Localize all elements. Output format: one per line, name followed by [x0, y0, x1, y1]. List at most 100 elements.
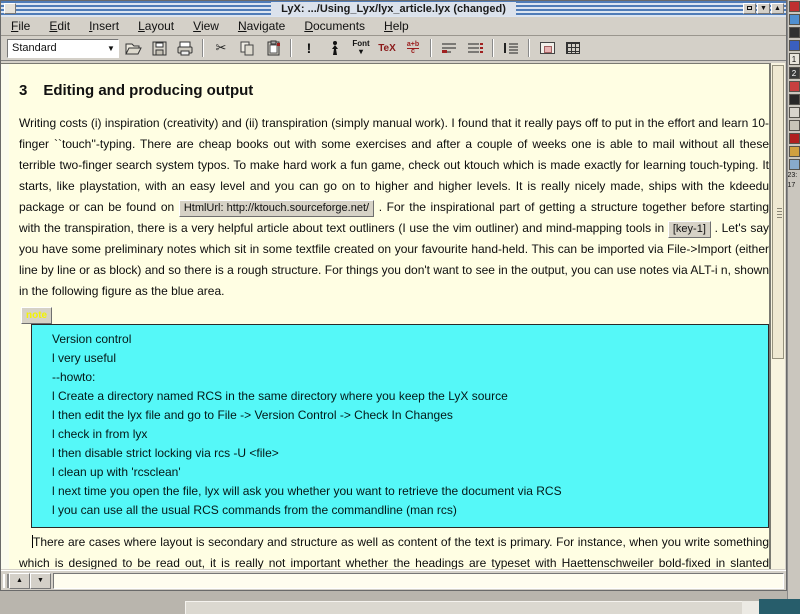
lyx-window: LyX: .../Using_Lyx/lyx_article.lyx (chan…: [0, 0, 787, 591]
camera-icon[interactable]: [789, 94, 800, 105]
iconify-icon: [747, 6, 752, 10]
heart-icon[interactable]: [789, 81, 800, 92]
paragraph-text: There are cases where layout is secondar…: [19, 535, 769, 569]
open-folder-icon: [124, 41, 142, 56]
menu-file[interactable]: File: [11, 19, 30, 33]
menubar: File Edit Insert Layout View Navigate Do…: [1, 17, 786, 36]
clipboard-icon: [266, 40, 281, 56]
clipboard-tool-icon[interactable]: [789, 120, 800, 131]
terminal-icon[interactable]: [789, 27, 800, 38]
tex-icon: TeX: [378, 43, 396, 54]
panel-clock-date: 17: [788, 182, 800, 190]
toolbar-separator: [202, 39, 204, 57]
desktop-pager-1[interactable]: 1: [789, 53, 800, 65]
toolbar-separator: [290, 39, 292, 57]
enumerate-icon: [466, 41, 484, 55]
floppy-icon: [152, 41, 167, 56]
exclamation-icon: !: [307, 40, 312, 56]
menu-layout[interactable]: Layout: [138, 19, 174, 33]
note-area[interactable]: Version control l very useful --howto: l…: [31, 324, 769, 528]
printer-icon: [176, 41, 194, 56]
note-line: Version control: [52, 330, 768, 349]
desktop: LyX: .../Using_Lyx/lyx_article.lyx (chan…: [0, 0, 800, 614]
shade-button[interactable]: ▲: [771, 3, 784, 14]
iconify-button[interactable]: [743, 3, 756, 14]
print-button[interactable]: [173, 38, 197, 59]
app-launcher-icon[interactable]: [789, 1, 800, 12]
emphasize-button[interactable]: !: [297, 38, 321, 59]
page-margin-strip: [1, 64, 9, 569]
note-line: l then edit the lyx file and go to File …: [52, 406, 768, 425]
menu-documents[interactable]: Documents: [304, 19, 365, 33]
itemize-list-button[interactable]: [437, 38, 461, 59]
copy-button[interactable]: [235, 38, 259, 59]
menu-help[interactable]: Help: [384, 19, 409, 33]
noun-style-button[interactable]: [323, 38, 347, 59]
note-line: l clean up with 'rcsclean': [52, 463, 768, 482]
font-icon: Font▾: [352, 40, 369, 56]
tex-mode-button[interactable]: TeX: [375, 38, 399, 59]
free-font-button[interactable]: Font▾: [349, 38, 373, 59]
person-icon: [329, 40, 341, 56]
toolbar: Standard ▼ ✂ !: [1, 36, 786, 61]
save-button[interactable]: [147, 38, 171, 59]
scrollbar-thumb[interactable]: [772, 65, 784, 359]
increase-depth-button[interactable]: [499, 38, 523, 59]
menu-navigate[interactable]: Navigate: [238, 19, 285, 33]
paragraph-1: Writing costs (i) inspiration (creativit…: [19, 113, 769, 302]
background-window-sliver: [742, 601, 760, 614]
document-area[interactable]: 3Editing and producing output Writing co…: [1, 63, 770, 569]
copy-icon: [239, 40, 255, 56]
desktop-panel: 1 2 23: 17: [787, 0, 800, 601]
note-line: l check in from lyx: [52, 425, 768, 444]
toolbar-separator: [492, 39, 494, 57]
maximize-button[interactable]: ▼: [757, 3, 770, 14]
htmlurl-inset[interactable]: HtmlUrl: http://ktouch.sourceforge.net/: [179, 200, 374, 217]
background-window-corner: [759, 599, 800, 614]
toolbar-separator: [528, 39, 530, 57]
titlebar[interactable]: LyX: .../Using_Lyx/lyx_article.lyx (chan…: [1, 1, 786, 17]
paragraph-style-value: Standard: [8, 42, 104, 54]
section-title: Editing and producing output: [43, 82, 253, 99]
insert-table-button[interactable]: [561, 38, 585, 59]
clock-icon[interactable]: [789, 159, 800, 170]
indent-icon: [502, 41, 520, 55]
window-title: LyX: .../Using_Lyx/lyx_article.lyx (chan…: [271, 2, 516, 16]
minibuffer-bar: ▲ ▼: [1, 570, 786, 590]
history-down-button[interactable]: ▼: [30, 573, 51, 589]
note-line: l very useful: [52, 349, 768, 368]
enumerate-list-button[interactable]: [463, 38, 487, 59]
globe-icon[interactable]: [789, 14, 800, 25]
cut-button[interactable]: ✂: [209, 38, 233, 59]
note-line: l next time you open the file, lyx will …: [52, 482, 768, 501]
note-inset-button[interactable]: note: [21, 307, 52, 324]
insert-figure-button[interactable]: [535, 38, 559, 59]
editor-icon[interactable]: [789, 107, 800, 118]
history-up-button[interactable]: ▲: [9, 573, 30, 589]
note-line: l then disable strict locking via rcs -U…: [52, 444, 768, 463]
folder-icon[interactable]: [789, 146, 800, 157]
section-heading: 3Editing and producing output: [19, 82, 767, 99]
itemize-icon: [440, 41, 458, 55]
vertical-scrollbar[interactable]: [770, 63, 785, 569]
table-grid-icon: [566, 42, 580, 54]
key-inset[interactable]: [key-1]: [668, 221, 711, 238]
panel-clock-time: 23:: [788, 172, 800, 180]
paragraph-style-combo[interactable]: Standard ▼: [7, 39, 119, 58]
note-line: l Create a directory named RCS in the sa…: [52, 387, 768, 406]
figure-icon: [540, 42, 555, 54]
math-fraction-icon: a+bc: [407, 42, 419, 55]
network-icon[interactable]: [789, 40, 800, 51]
note-line: --howto:: [52, 368, 768, 387]
scrollbar-grip: [777, 208, 782, 218]
menu-insert[interactable]: Insert: [89, 19, 119, 33]
menu-view[interactable]: View: [193, 19, 219, 33]
window-menu-button[interactable]: [4, 3, 16, 14]
minibuffer-input[interactable]: [53, 573, 784, 589]
paste-button[interactable]: [261, 38, 285, 59]
media-icon[interactable]: [789, 133, 800, 144]
desktop-pager-2[interactable]: 2: [789, 67, 800, 79]
menu-edit[interactable]: Edit: [49, 19, 70, 33]
open-button[interactable]: [121, 38, 145, 59]
math-mode-button[interactable]: a+bc: [401, 38, 425, 59]
